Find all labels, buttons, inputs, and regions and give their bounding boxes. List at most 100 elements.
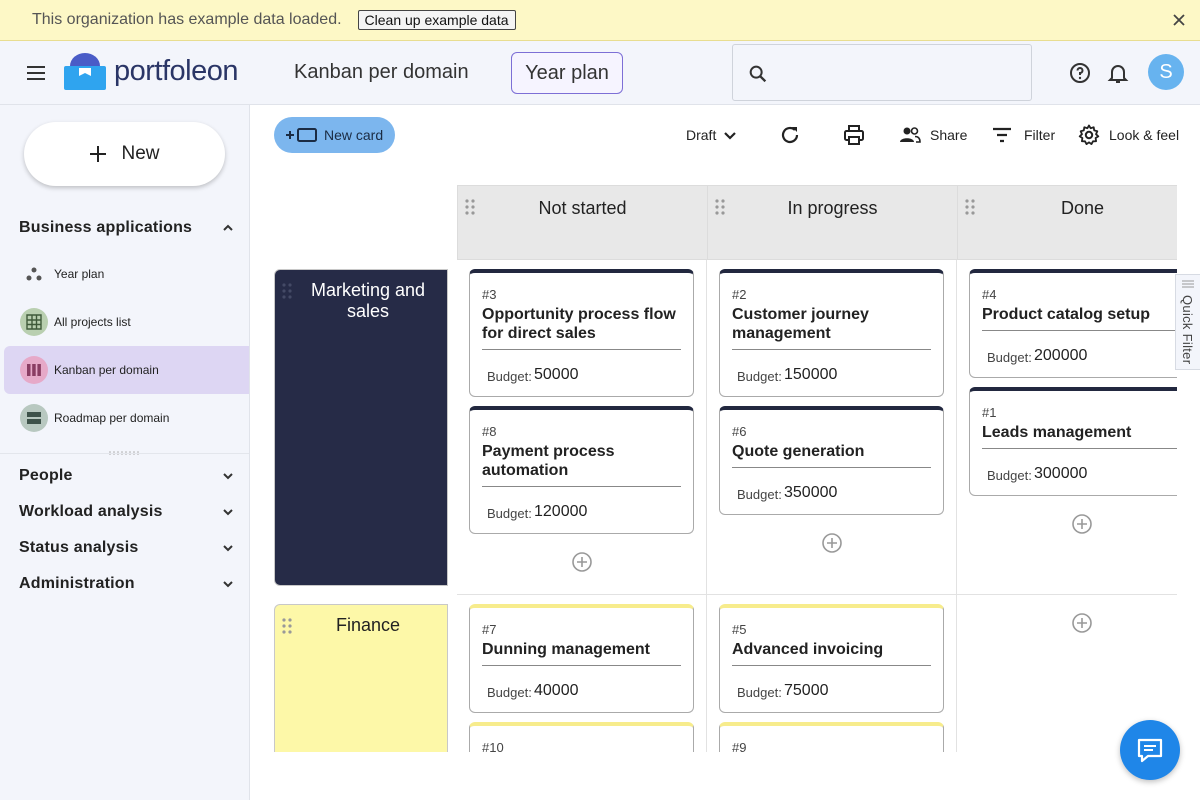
column-header-done[interactable]: Done xyxy=(957,185,1177,260)
drag-lines-icon xyxy=(1182,280,1194,288)
people-icon xyxy=(900,127,921,143)
chevron-down-icon xyxy=(223,545,233,552)
card-3[interactable]: #3 Opportunity process flow for direct s… xyxy=(469,269,694,397)
filter-icon xyxy=(993,127,1011,143)
section-label: Administration xyxy=(19,575,135,592)
budget-label: Budget: xyxy=(737,369,782,384)
new-button[interactable]: New xyxy=(24,122,225,186)
card-divider xyxy=(732,665,931,666)
chat-support-button[interactable] xyxy=(1120,720,1180,780)
card-divider xyxy=(982,330,1177,331)
search-input[interactable] xyxy=(777,55,1017,91)
sidebar: New Business applications Year plan All … xyxy=(0,105,250,800)
section-workload-analysis[interactable]: Workload analysis xyxy=(0,494,249,530)
close-icon[interactable] xyxy=(1170,11,1188,29)
sidebar-item-kanban-per-domain[interactable]: Kanban per domain xyxy=(4,346,249,394)
card-9[interactable]: #9 xyxy=(719,722,944,752)
sidebar-item-year-plan[interactable]: Year plan xyxy=(4,250,249,298)
chevron-down-icon xyxy=(223,509,233,516)
column-header-in-progress[interactable]: In progress xyxy=(707,185,958,260)
year-plan-button[interactable]: Year plan xyxy=(511,52,623,94)
card-5[interactable]: #5 Advanced invoicing Budget: 75000 xyxy=(719,604,944,713)
column-title: Done xyxy=(1060,198,1105,218)
column-title: In progress xyxy=(787,198,878,218)
sidebar-item-all-projects-list[interactable]: All projects list xyxy=(4,298,249,346)
example-data-banner: This organization has example data loade… xyxy=(0,0,1200,41)
logo-text: portfoleon xyxy=(114,54,239,87)
row-title: Marketing and sales xyxy=(310,280,426,321)
add-card-circle-icon[interactable] xyxy=(821,532,843,554)
card-6[interactable]: #6 Quote generation Budget: 350000 xyxy=(719,406,944,515)
share-button[interactable]: Share xyxy=(898,123,967,147)
column-title: Not started xyxy=(538,198,627,218)
app-header: portfoleon Kanban per domain Year plan S xyxy=(0,41,1200,105)
refresh-button[interactable] xyxy=(778,123,802,147)
section-business-applications[interactable]: Business applications xyxy=(0,210,249,246)
card-title: Product catalog setup xyxy=(982,306,1151,323)
sidebar-item-label: Kanban per domain xyxy=(54,363,159,377)
help-icon[interactable] xyxy=(1068,61,1092,85)
budget-label: Budget: xyxy=(487,369,532,384)
section-label: Status analysis xyxy=(19,539,139,556)
card-number: #4 xyxy=(982,287,997,302)
card-4[interactable]: #4 Product catalog setup Budget: 200000 xyxy=(969,269,1177,378)
section-label: People xyxy=(19,467,73,484)
sidebar-item-label: Year plan xyxy=(54,267,105,281)
sidebar-item-label: Roadmap per domain xyxy=(54,411,170,425)
grid-icon xyxy=(20,308,48,336)
card-2[interactable]: #2 Customer journey management Budget: 1… xyxy=(719,269,944,397)
look-and-feel-button[interactable]: Look & feel xyxy=(1077,123,1179,147)
card-7[interactable]: #7 Dunning management Budget: 40000 xyxy=(469,604,694,713)
banner-text: This organization has example data loade… xyxy=(32,11,342,28)
quick-filter-tab[interactable]: Quick Filter xyxy=(1175,274,1200,370)
draft-label: Draft xyxy=(686,127,717,143)
chevron-down-icon xyxy=(223,473,233,480)
card-1[interactable]: #1 Leads management Budget: 300000 xyxy=(969,387,1177,496)
print-button[interactable] xyxy=(842,123,866,147)
card-number: #8 xyxy=(482,424,497,439)
chevron-down-icon xyxy=(724,132,737,140)
print-icon xyxy=(844,125,864,145)
card-divider xyxy=(482,665,681,666)
search-box[interactable] xyxy=(732,44,1032,101)
hamburger-menu-icon[interactable] xyxy=(24,61,48,85)
timeline-icon xyxy=(20,260,48,288)
section-people[interactable]: People xyxy=(0,458,249,494)
chat-icon xyxy=(1137,738,1163,763)
card-10[interactable]: #10 xyxy=(469,722,694,752)
draft-dropdown[interactable]: Draft xyxy=(686,125,740,145)
section-label: Workload analysis xyxy=(19,503,163,520)
card-divider xyxy=(982,448,1177,449)
card-title: Dunning management xyxy=(482,641,651,658)
column-divider xyxy=(956,260,957,752)
main-content: New card Draft Share Filter Look & feel … xyxy=(250,105,1200,800)
row-header-finance[interactable]: Finance xyxy=(274,604,448,752)
row-divider xyxy=(457,594,1177,595)
logo-mark-icon xyxy=(64,53,106,90)
add-card-circle-icon[interactable] xyxy=(1071,513,1093,535)
filter-button[interactable]: Filter xyxy=(990,123,1055,147)
section-status-analysis[interactable]: Status analysis xyxy=(0,530,249,566)
add-card-circle-icon[interactable] xyxy=(1071,612,1093,634)
new-button-label: New xyxy=(121,143,160,164)
kanban-board: Not started In progress Done Marketing a… xyxy=(274,185,1177,752)
user-avatar[interactable]: S xyxy=(1148,54,1184,90)
notifications-bell-icon[interactable] xyxy=(1106,61,1130,85)
portfoleon-logo[interactable]: portfoleon xyxy=(64,49,249,93)
share-label: Share xyxy=(930,127,968,143)
clean-up-example-data-button[interactable]: Clean up example data xyxy=(357,10,516,30)
column-header-not-started[interactable]: Not started xyxy=(457,185,708,260)
new-card-button[interactable]: New card xyxy=(274,117,395,153)
row-header-marketing-and-sales[interactable]: Marketing and sales xyxy=(274,269,448,586)
section-administration[interactable]: Administration xyxy=(0,566,249,602)
card-title: Customer journey management xyxy=(732,306,869,342)
budget-value: 300000 xyxy=(1034,465,1088,482)
chevron-down-icon xyxy=(223,581,233,588)
chevron-up-icon xyxy=(223,224,233,231)
budget-value: 40000 xyxy=(534,682,579,699)
card-8[interactable]: #8 Payment process automation Budget: 12… xyxy=(469,406,694,534)
add-card-circle-icon[interactable] xyxy=(571,551,593,573)
new-card-label: New card xyxy=(324,127,384,143)
budget-value: 75000 xyxy=(784,682,829,699)
sidebar-item-roadmap-per-domain[interactable]: Roadmap per domain xyxy=(4,394,249,442)
